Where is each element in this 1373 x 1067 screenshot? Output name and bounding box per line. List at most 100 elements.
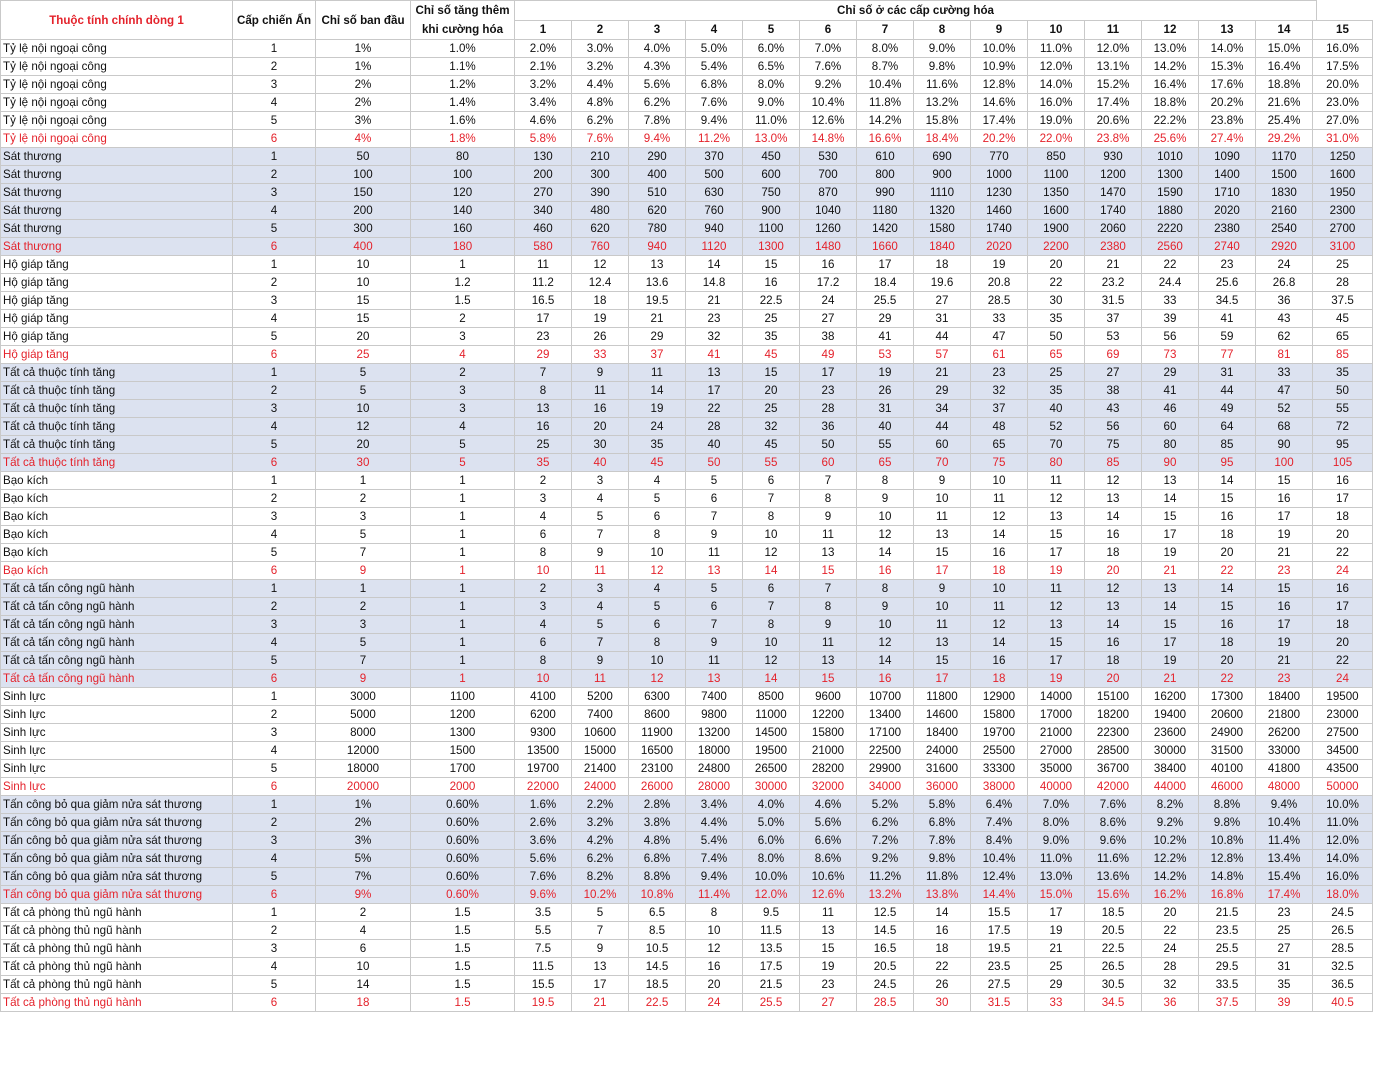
level-value-cell: 20 [1027,255,1085,274]
level-value-cell: 1200 [1084,165,1142,184]
level-value-cell: 15 [1198,489,1256,508]
attribute-name-cell: Tấn công bỏ qua giảm nửa sát thương [0,795,233,814]
level-value-cell: 3100 [1312,237,1373,256]
level-value-cell: 30000 [1141,741,1199,760]
level-value-cell: 6300 [628,687,686,706]
level-value-cell: 6.8% [685,75,743,94]
attribute-name-cell: Bạo kích [0,543,233,562]
level-value-cell: 19 [799,957,857,976]
level-value-cell: 1250 [1312,147,1373,166]
level-value-cell: 12200 [799,705,857,724]
level-value-cell: 55 [1312,399,1373,418]
level-value-cell: 340 [514,201,572,220]
level-value-cell: 13.8% [913,885,971,904]
level-value-cell: 11 [571,669,629,688]
level-value-cell: 21 [1141,561,1199,580]
base-value-cell: 10 [315,255,411,274]
level-value-cell: 10.2% [571,885,629,904]
level-value-cell: 6 [628,507,686,526]
table-row: Tất cả tấn công ngũ hành 1 1 1 2 3 4 5 6 7 8 9 10 11 1… [0,579,1373,598]
level-value-cell: 38 [1084,381,1142,400]
attribute-name-cell: Tất cả tấn công ngũ hành [0,651,233,670]
base-value-cell: 5 [315,633,411,652]
level-value-cell: 25 [742,399,800,418]
increment-cell: 1 [410,507,515,526]
level-value-cell: 15.8% [913,111,971,130]
level-value-cell: 11 [685,543,743,562]
level-value-cell: 6 [628,615,686,634]
level-value-cell: 4.3% [628,57,686,76]
level-value-cell: 1740 [970,219,1028,238]
level-value-cell: 8 [514,543,572,562]
level-value-cell: 24000 [913,741,971,760]
level-value-cell: 40100 [1198,759,1256,778]
base-value-cell: 9 [315,561,411,580]
base-value-cell: 12 [315,417,411,436]
table-body: Tỷ lệ nội ngoại công 1 1% 1.0% 2.0% 3.0% 4.0% 5… [0,39,1373,1012]
level-value-cell: 13400 [856,705,914,724]
level-value-cell: 6 [685,489,743,508]
level-value-cell: 36700 [1084,759,1142,778]
attribute-name-cell: Tất cả thuộc tính tăng [0,363,233,382]
attribute-name-cell: Tất cả phòng thủ ngũ hành [0,957,233,976]
level-value-cell: 13500 [514,741,572,760]
attribute-name-cell: Bạo kích [0,471,233,490]
attribute-name-cell: Bạo kích [0,507,233,526]
tier-cell: 6 [232,453,316,472]
level-value-cell: 14000 [1027,687,1085,706]
level-value-cell: 73 [1141,345,1199,364]
level-value-cell: 4.8% [571,93,629,112]
base-value-cell: 9 [315,669,411,688]
level-value-cell: 33 [571,345,629,364]
level-value-cell: 10.6% [799,867,857,886]
level-value-cell: 12 [1027,597,1085,616]
level-value-cell: 18 [1198,633,1256,652]
level-value-cell: 15 [799,939,857,958]
attribute-name-cell: Tất cả tấn công ngũ hành [0,669,233,688]
level-value-cell: 21 [1027,939,1085,958]
tier-cell: 4 [232,633,316,652]
level-value-cell: 80 [1027,453,1085,472]
level-value-cell: 20 [1084,669,1142,688]
level-value-cell: 34 [913,399,971,418]
level-value-cell: 17.6% [1198,75,1256,94]
level-value-cell: 8.7% [856,57,914,76]
level-value-cell: 1830 [1255,183,1313,202]
level-value-cell: 930 [1084,147,1142,166]
level-value-cell: 33000 [1255,741,1313,760]
level-value-cell: 10 [742,633,800,652]
header-level-6: 6 [799,20,857,40]
level-value-cell: 24 [685,993,743,1012]
level-value-cell: 7400 [685,687,743,706]
level-value-cell: 3.2% [571,57,629,76]
level-value-cell: 2200 [1027,237,1085,256]
level-value-cell: 1600 [1027,201,1085,220]
level-value-cell: 9 [913,579,971,598]
header-increment: Chỉ số tăng thêm khi cường hóa [410,0,515,40]
level-value-cell: 20.0% [1312,75,1373,94]
level-value-cell: 43 [1255,309,1313,328]
level-value-cell: 200 [514,165,572,184]
level-value-cell: 1110 [913,183,971,202]
tier-cell: 3 [232,75,316,94]
level-value-cell: 35 [514,453,572,472]
level-value-cell: 23.5 [970,957,1028,976]
level-value-cell: 65 [1027,345,1085,364]
level-value-cell: 14.6% [970,93,1028,112]
base-value-cell: 8000 [315,723,411,742]
level-value-cell: 4 [571,597,629,616]
level-value-cell: 68 [1255,417,1313,436]
level-value-cell: 19 [1027,921,1085,940]
level-value-cell: 26500 [742,759,800,778]
level-value-cell: 3.6% [514,831,572,850]
level-value-cell: 45 [1312,309,1373,328]
level-value-cell: 22500 [856,741,914,760]
level-value-cell: 17 [913,669,971,688]
table-row: Sát thương 4 200 140 340 480 620 760 900 1040 1180… [0,201,1373,220]
base-value-cell: 2 [315,597,411,616]
increment-cell: 3 [410,381,515,400]
base-value-cell: 150 [315,183,411,202]
level-value-cell: 23000 [1312,705,1373,724]
level-value-cell: 5 [571,615,629,634]
level-value-cell: 4.4% [685,813,743,832]
